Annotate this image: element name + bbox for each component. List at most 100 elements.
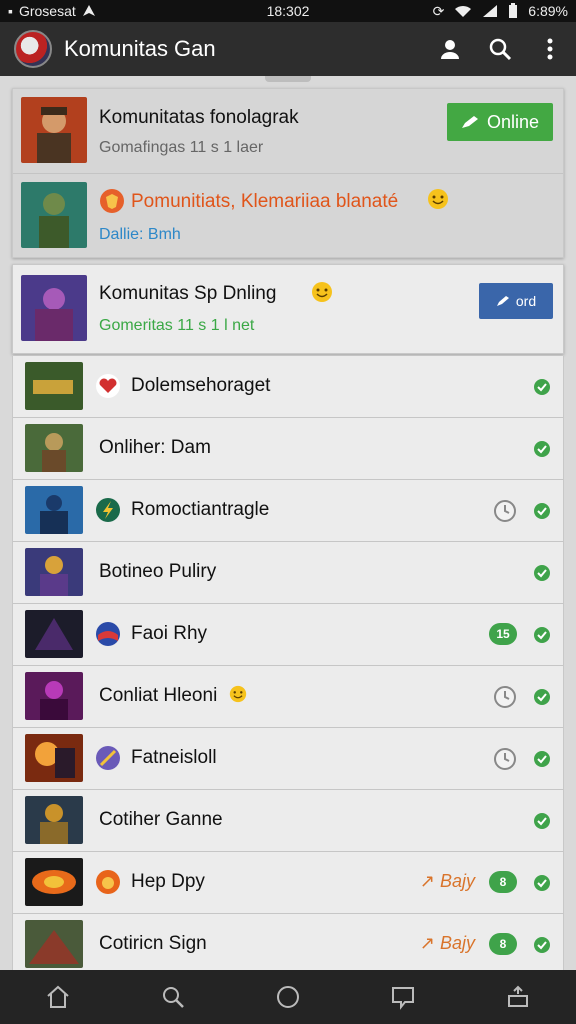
sword-icon: [96, 746, 120, 770]
list-item-label: Cotiricn Sign: [99, 933, 207, 954]
profile-icon[interactable]: [438, 37, 462, 61]
fire-icon: [96, 870, 120, 894]
chat-icon[interactable]: [388, 982, 418, 1012]
count-badge: 8: [489, 871, 517, 893]
featured-row-2-subtitle: Dallie: Bmh: [99, 226, 181, 243]
pencil-icon: [461, 116, 478, 128]
circle-nav-icon[interactable]: [273, 982, 303, 1012]
ord-button-label: ord: [515, 293, 537, 309]
app-bar: Komunitas Gan: [0, 22, 576, 76]
community-list: Dolemsehoraget Onliher: Dam Romoctiantra…: [12, 356, 564, 970]
featured-row-2-title: Pomunitiats, Klemariiaa blanaté: [131, 191, 399, 212]
featured-row-2[interactable]: Pomunitiats, Klemariiaa blanaté Dallie: …: [13, 173, 563, 257]
list-item-label: Faoi Rhy: [131, 623, 208, 644]
list-item[interactable]: Dolemsehoraget: [13, 356, 563, 418]
status-tag-text: Bajy: [439, 871, 475, 891]
clock-icon: [494, 686, 516, 708]
tag-arrow-icon: ↗: [419, 871, 435, 891]
community-card[interactable]: Komunitas Sp Dnling Gomeritas 11 s 1 l n…: [12, 264, 564, 354]
app-title: Komunitas Gan: [64, 36, 216, 61]
inbox-icon[interactable]: [503, 982, 533, 1012]
featured-row-1[interactable]: Komunitatas fonolagrak Gomafingas 11 s 1…: [13, 89, 563, 173]
game-thumbnail: [25, 424, 83, 472]
check-icon: [534, 751, 550, 767]
game-thumbnail: [25, 362, 83, 410]
check-icon: [534, 627, 550, 643]
lightning-icon: [96, 498, 120, 522]
featured-card: Komunitatas fonolagrak Gomafingas 11 s 1…: [12, 88, 564, 258]
signal-icon: [483, 5, 498, 17]
featured-title: Komunitatas fonolagrak: [99, 107, 299, 128]
more-options-icon[interactable]: [538, 37, 562, 61]
count-badge: 8: [489, 933, 517, 955]
check-icon: [534, 503, 550, 519]
emoji-icon: [428, 189, 448, 209]
list-item[interactable]: Cotiher Ganne: [13, 790, 563, 852]
home-icon[interactable]: [43, 982, 73, 1012]
check-icon: [534, 379, 550, 395]
game-thumbnail: [25, 920, 83, 968]
list-item-label: Romoctiantragle: [131, 499, 270, 520]
clock-icon: [494, 748, 516, 770]
clock-icon: [494, 500, 516, 522]
globe-icon: [96, 622, 120, 646]
tag-arrow-icon: ↗: [419, 933, 435, 953]
list-item-label: Cotiher Ganne: [99, 809, 223, 830]
list-item[interactable]: Conliat Hleoni: [13, 666, 563, 728]
image-icon: ▪: [8, 3, 13, 19]
check-icon: [534, 565, 550, 581]
check-icon: [534, 441, 550, 457]
battery-percent: 6:89%: [528, 3, 568, 19]
carrier-name: Grosesat: [18, 3, 76, 19]
game-thumbnail: [25, 672, 83, 720]
game-thumbnail: [21, 275, 87, 341]
list-item[interactable]: Romoctiantragle: [13, 480, 563, 542]
list-item[interactable]: Faoi Rhy 15: [13, 604, 563, 666]
list-item[interactable]: Cotiricn Sign ↗ Bajy 8: [13, 914, 563, 970]
game-thumbnail: [21, 97, 87, 163]
pencil-icon: [496, 296, 509, 306]
game-thumbnail: [25, 858, 83, 906]
game-thumbnail: [25, 548, 83, 596]
count-badge: 15: [489, 623, 517, 645]
shield-icon: [100, 189, 124, 213]
game-thumbnail: [21, 182, 87, 248]
game-thumbnail: [25, 486, 83, 534]
list-item[interactable]: Fatneisloll: [13, 728, 563, 790]
list-item-label: Botineo Puliry: [99, 561, 217, 582]
list-item[interactable]: Hep Dpy ↗ Bajy 8: [13, 852, 563, 914]
check-icon: [534, 689, 550, 705]
pull-handle[interactable]: [265, 76, 311, 82]
game-thumbnail: [25, 734, 83, 782]
list-item-label: Fatneisloll: [131, 747, 217, 768]
status-tag: ↗ Bajy: [420, 933, 475, 954]
bottom-navigation: [0, 970, 576, 1024]
game-thumbnail: [25, 796, 83, 844]
wifi-icon: [455, 5, 472, 17]
online-button[interactable]: Online: [447, 103, 553, 141]
status-bar: ▪ Grosesat 18:302 ⟳ 6:89%: [0, 0, 576, 22]
featured-subtitle: Gomafingas 11 s 1 laer: [99, 139, 264, 156]
app-logo: [14, 30, 52, 68]
status-tag: ↗ Bajy: [420, 871, 475, 892]
ord-button[interactable]: ord: [479, 283, 553, 319]
community-subtitle: Gomeritas 11 s 1 l net: [99, 317, 255, 334]
search-icon[interactable]: [488, 37, 512, 61]
list-item-label: Dolemsehoraget: [131, 375, 271, 396]
community-title: Komunitas Sp Dnling: [99, 283, 277, 304]
check-icon: [534, 813, 550, 829]
check-icon: [534, 875, 550, 891]
online-button-label: Online: [486, 111, 540, 132]
list-item-label: Onliher: Dam: [99, 437, 211, 458]
content-area[interactable]: Komunitatas fonolagrak Gomafingas 11 s 1…: [0, 76, 576, 970]
list-item[interactable]: Botineo Puliry: [13, 542, 563, 604]
game-thumbnail: [25, 610, 83, 658]
search-nav-icon[interactable]: [158, 982, 188, 1012]
list-item-label: Conliat Hleoni: [99, 685, 218, 706]
status-tag-text: Bajy: [439, 933, 475, 953]
location-icon: [82, 5, 95, 16]
list-item-label: Hep Dpy: [131, 871, 205, 892]
list-item[interactable]: Onliher: Dam: [13, 418, 563, 480]
check-icon: [534, 937, 550, 953]
battery-icon: [509, 3, 518, 18]
